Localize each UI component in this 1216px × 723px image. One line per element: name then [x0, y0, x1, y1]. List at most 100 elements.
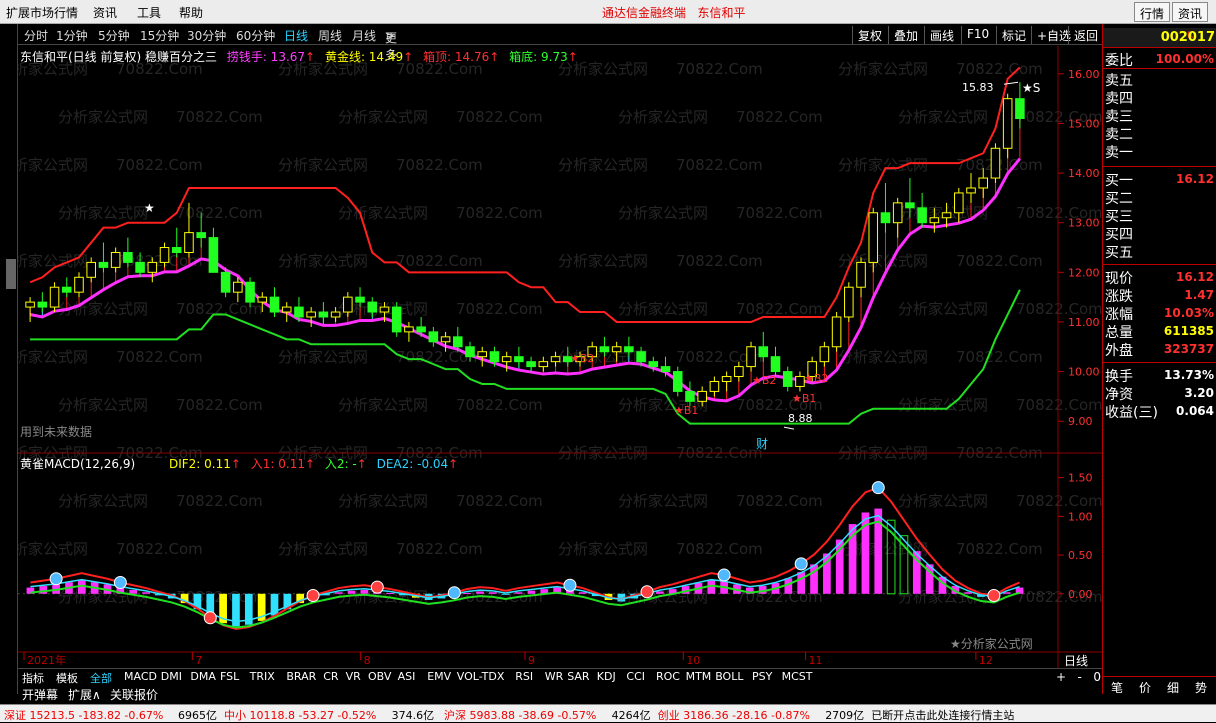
candle-body: [880, 212, 891, 224]
period-tab-60min[interactable]: 60分钟: [236, 27, 275, 44]
tab-xi[interactable]: 细: [1167, 679, 1179, 696]
draw-button[interactable]: 画线: [924, 26, 959, 44]
f10-button[interactable]: F10: [961, 26, 994, 44]
linked-quotes-button[interactable]: 关联报价: [110, 686, 158, 703]
zoom-reset-button[interactable]: 0: [1093, 670, 1101, 684]
watermark-url: 70822.Com: [116, 348, 203, 366]
tab-jia[interactable]: 价: [1139, 679, 1151, 696]
tab-bi[interactable]: 笔: [1111, 679, 1123, 696]
watermark-text: 分析家公式网: [278, 252, 368, 270]
indicator-tab[interactable]: DMI: [161, 670, 182, 683]
watermark-text: 分析家公式网: [18, 156, 88, 174]
indicator-tab[interactable]: BRAR: [286, 670, 316, 683]
candle-body: [245, 281, 255, 303]
indicator-tab[interactable]: TRIX: [250, 670, 275, 683]
zoom-controls: + - 0: [1056, 670, 1101, 684]
quotes-button[interactable]: 行情: [1134, 2, 1171, 22]
menu-item-news[interactable]: 资讯: [93, 4, 117, 21]
candle-body: [941, 212, 952, 219]
menu-bar: 扩展市场行情 资讯 工具 帮助 通达信金融终端 东信和平 行情 资讯: [0, 0, 1216, 24]
indicator-tab[interactable]: CCI: [626, 670, 645, 683]
sidebar-toggle[interactable]: [6, 259, 16, 289]
back-button[interactable]: 返回: [1068, 26, 1103, 44]
period-tab-monthly[interactable]: 月线: [352, 27, 376, 44]
high-price-label: 15.83: [962, 81, 994, 94]
quote-label: 买二: [1105, 191, 1133, 207]
indicator-tab[interactable]: VOL-TDX: [457, 670, 505, 683]
quote-label: 买五: [1105, 245, 1133, 261]
macd-tick-label: 0.00: [1068, 588, 1093, 601]
macd-bar: [797, 572, 806, 594]
main-info-line: 东信和平(日线 前复权) 稳赚百分之三 捞钱手: 13.67↑ 黄金线: 14.…: [20, 50, 578, 64]
indicator-tab[interactable]: RSI: [515, 670, 533, 683]
candle-body: [61, 286, 72, 293]
indicator-tab[interactable]: OBV: [368, 670, 391, 683]
watermark-corner: ★分析家公式网: [950, 636, 1033, 651]
tab-shi[interactable]: 势: [1195, 679, 1207, 696]
watermark-text: 分析家公式网: [278, 348, 368, 366]
period-tab-30min[interactable]: 30分钟: [187, 27, 226, 44]
finance-marker[interactable]: 财: [756, 437, 768, 451]
period-tab-weekly[interactable]: 周线: [318, 27, 342, 44]
menu-item-help[interactable]: 帮助: [179, 4, 203, 21]
indicator-tab[interactable]: EMV: [427, 670, 451, 683]
period-tab-daily[interactable]: 日线: [284, 27, 308, 44]
watermark-text: 分析家公式网: [18, 252, 88, 270]
period-tab-15min[interactable]: 15分钟: [140, 27, 179, 44]
danmaku-button[interactable]: 开弹幕: [22, 686, 58, 703]
indicator-box-top: 箱顶: 14.76: [423, 50, 490, 64]
watermark-url: 70822.Com: [956, 60, 1043, 78]
ticker-item: 沪深 5983.88 -38.69 -0.57%: [444, 709, 597, 722]
indicator-tab[interactable]: MTM: [686, 670, 712, 683]
expand-button[interactable]: 扩展∧: [68, 686, 101, 703]
quote-label: 卖二: [1105, 127, 1133, 143]
overlay-button[interactable]: 叠加: [888, 26, 923, 44]
chevron-right-icon: >: [385, 29, 396, 43]
indicator-tab[interactable]: VR: [346, 670, 361, 683]
candle-body: [74, 276, 84, 293]
indicator-tab[interactable]: ROC: [656, 670, 680, 683]
indicator-tab[interactable]: KDJ: [597, 670, 616, 683]
indicator-tab[interactable]: DMA: [190, 670, 216, 683]
ticker-item: 创业 3186.36 -28.16 -0.87%: [657, 709, 810, 722]
kline-chart[interactable]: 分析家公式网 70822.Com 分析家公式网 70822.Com 分析家公式网 7082…: [18, 46, 1102, 668]
quote-label: 换手: [1105, 369, 1133, 385]
watermark-text: 分析家公式网: [278, 540, 368, 558]
menu-item-extended-market[interactable]: 扩展市场行情: [6, 4, 78, 21]
indicator-tab[interactable]: FSL: [220, 670, 239, 683]
price-tick-label: 12.00: [1068, 266, 1100, 279]
menu-item-tools[interactable]: 工具: [137, 4, 161, 21]
ticker-item: 2709亿: [825, 709, 865, 722]
indicator-tab[interactable]: MCST: [782, 670, 813, 683]
macd-bar: [514, 592, 523, 594]
adjust-button[interactable]: 复权: [852, 26, 887, 44]
macd-tick-label: 0.50: [1068, 549, 1093, 562]
quote-value: 100.00%: [1155, 52, 1214, 66]
price-tick-label: 13.00: [1068, 217, 1100, 230]
time-axis: 2021年 7 8 9 10 11 12: [23, 652, 993, 667]
zoom-in-button[interactable]: +: [1056, 670, 1066, 684]
indicator-tab[interactable]: MACD: [124, 670, 157, 683]
bottom-row2: 开弹幕 扩展∧ 关联报价: [18, 686, 1102, 702]
period-tab-intraday[interactable]: 分时: [24, 27, 48, 44]
indicator-tab[interactable]: BOLL: [715, 670, 743, 683]
zoom-out-button[interactable]: -: [1078, 670, 1082, 684]
mark-button[interactable]: 标记: [996, 26, 1031, 44]
indicator-tab[interactable]: SAR: [567, 670, 589, 683]
indicator-tab[interactable]: ASI: [398, 670, 416, 683]
candle-body: [660, 366, 671, 373]
indicator-tab[interactable]: 模板: [56, 670, 78, 686]
candle-body: [184, 232, 194, 253]
period-tab-5min[interactable]: 5分钟: [98, 27, 130, 44]
indicator-tab[interactable]: CR: [323, 670, 338, 683]
indicator-tab[interactable]: WR: [545, 670, 564, 683]
news-button[interactable]: 资讯: [1172, 2, 1209, 22]
candle-body: [404, 326, 414, 333]
candle-body: [514, 356, 524, 363]
period-tab-1min[interactable]: 1分钟: [56, 27, 88, 44]
indicator-tab[interactable]: 指标: [22, 670, 44, 686]
indicator-tab[interactable]: PSY: [752, 670, 772, 683]
left-sidebar-strip[interactable]: [0, 24, 18, 694]
time-tick-label: 7: [195, 654, 202, 667]
indicator-tab[interactable]: 全部: [90, 670, 112, 686]
